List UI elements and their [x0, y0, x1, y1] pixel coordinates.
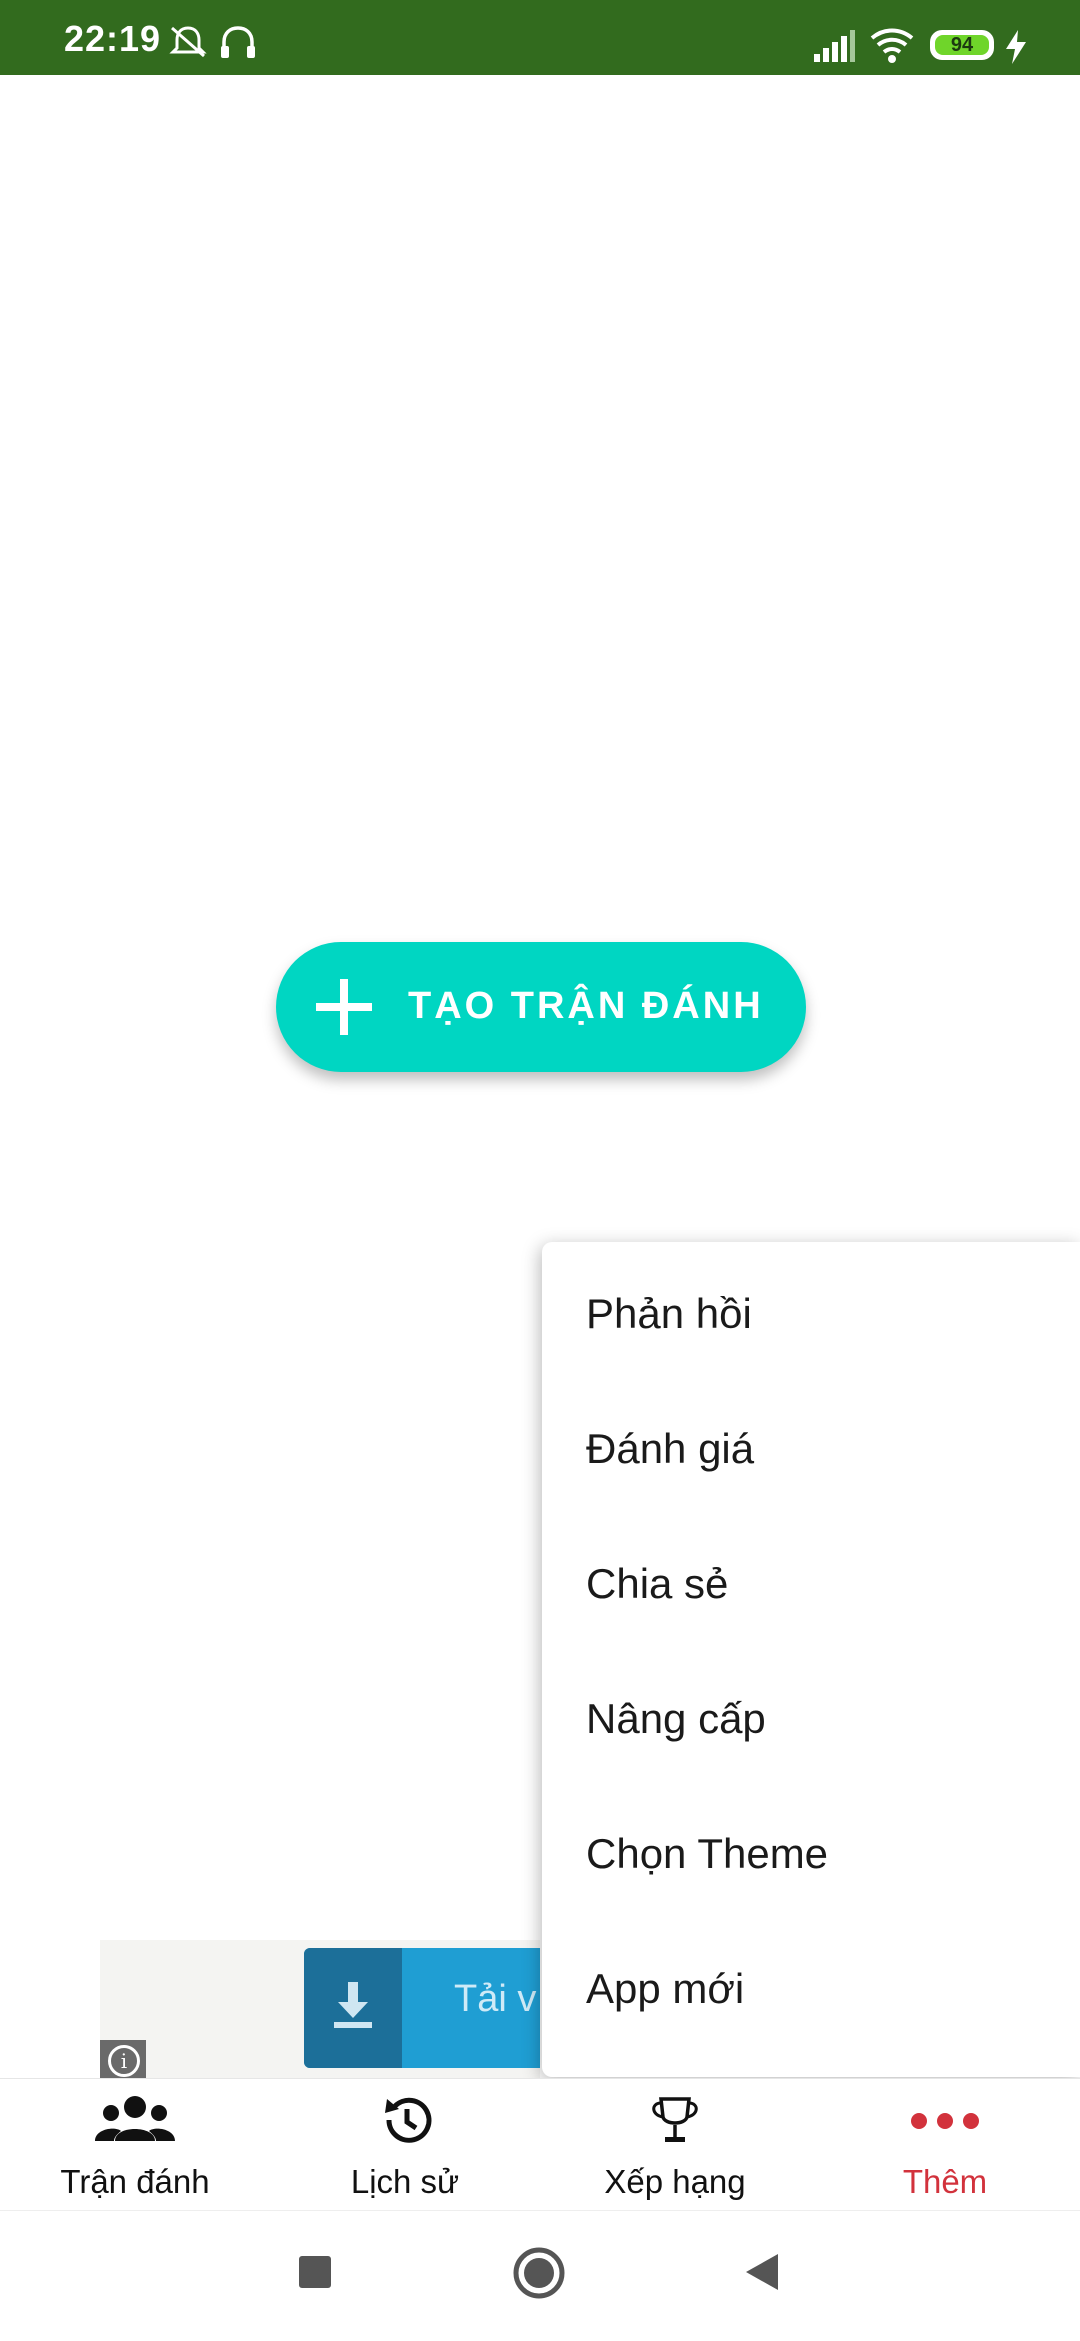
trophy-icon — [652, 2097, 698, 2142]
history-icon — [385, 2097, 432, 2143]
menu-item-upgrade[interactable]: Nâng cấp — [542, 1647, 1080, 1782]
menu-item-label: Đánh giá — [586, 1425, 755, 1472]
nav-label-active: Thêm — [902, 2163, 988, 2200]
ad-download-button[interactable]: Tải v — [304, 1948, 540, 2068]
info-icon: i — [108, 2045, 140, 2077]
nav-label: Xếp hạng — [604, 2163, 746, 2200]
menu-item-share[interactable]: Chia sẻ — [542, 1512, 1080, 1647]
ad-banner[interactable]: Tải v i — [100, 1940, 540, 2078]
download-icon — [334, 1982, 372, 2028]
create-match-label: TẠO TRẬN ĐÁNH — [408, 985, 764, 1027]
ad-info-button[interactable]: i — [100, 2040, 146, 2078]
nav-item-ranking[interactable]: Xếp hạng — [540, 2079, 810, 2211]
group-icon — [95, 2096, 175, 2141]
recents-square-icon[interactable] — [297, 2254, 333, 2290]
status-bar: 22:19 94 — [0, 0, 1080, 75]
battery-level: 94 — [950, 34, 974, 56]
wifi-icon — [870, 28, 914, 63]
back-triangle-icon[interactable] — [742, 2252, 780, 2292]
nav-label: Lịch sử — [350, 2163, 460, 2200]
menu-item-label: Chọn Theme — [586, 1830, 829, 1877]
menu-item-feedback[interactable]: Phản hồi — [542, 1242, 1080, 1377]
signal-icon — [814, 30, 855, 62]
menu-item-label: Chia sẻ — [586, 1560, 729, 1607]
menu-item-choose-theme[interactable]: Chọn Theme — [542, 1782, 1080, 1917]
system-navigation-bar — [0, 2210, 1080, 2341]
home-circle-icon[interactable] — [512, 2246, 566, 2300]
charging-icon — [1006, 30, 1026, 64]
menu-item-label: App mới — [586, 1965, 745, 2012]
nav-item-more[interactable]: Thêm — [810, 2079, 1080, 2211]
menu-item-label: Phản hồi — [586, 1290, 752, 1337]
plus-icon — [316, 979, 372, 1035]
mute-icon — [169, 26, 207, 58]
battery-icon: 94 — [930, 30, 994, 60]
status-time: 22:19 — [64, 18, 162, 59]
menu-item-new-apps[interactable]: App mới — [542, 1917, 1080, 2052]
more-dots-icon — [911, 2113, 979, 2129]
ad-button-label: Tải v — [454, 1978, 537, 2020]
headset-icon — [221, 26, 255, 58]
nav-item-history[interactable]: Lịch sử — [270, 2079, 540, 2211]
overflow-menu: Phản hồi Đánh giá Chia sẻ Nâng cấp Chọn … — [542, 1242, 1080, 2077]
create-match-button[interactable]: TẠO TRẬN ĐÁNH — [276, 942, 806, 1072]
nav-label: Trận đánh — [60, 2163, 210, 2200]
menu-item-rate[interactable]: Đánh giá — [542, 1377, 1080, 1512]
bottom-navigation: Trận đánh Lịch sử Xếp hạng Thêm — [0, 2078, 1080, 2211]
menu-item-label: Nâng cấp — [586, 1695, 766, 1742]
nav-item-matches[interactable]: Trận đánh — [0, 2079, 270, 2211]
